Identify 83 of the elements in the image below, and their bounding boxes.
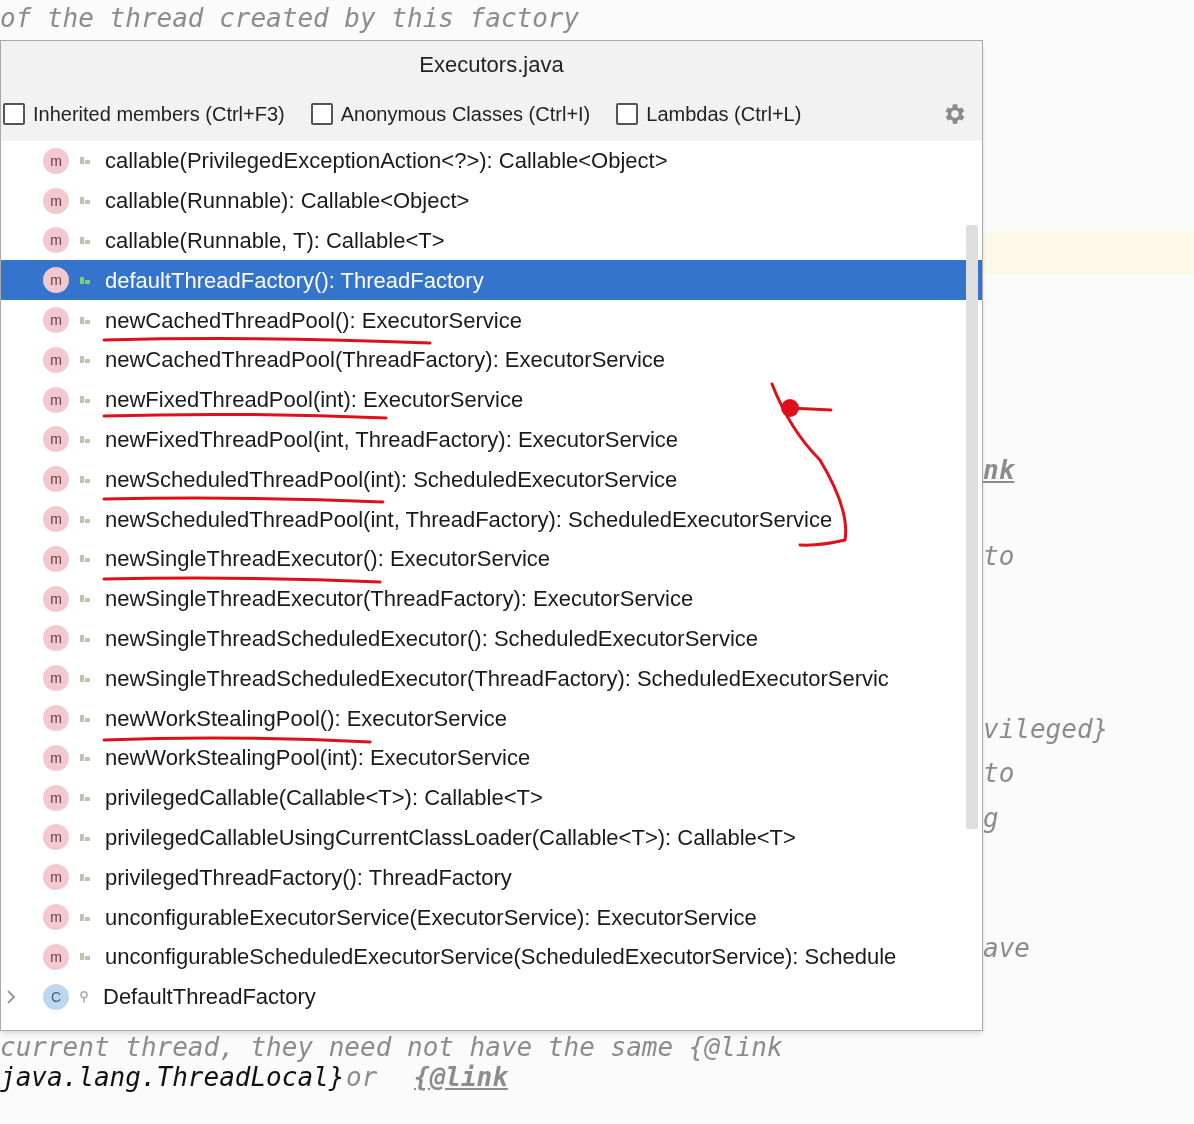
structure-item[interactable]: m newScheduledThreadPool(int): ScheduledExecutorService (1, 459, 982, 500)
method-icon: m (43, 386, 69, 413)
method-icon: m (43, 267, 69, 294)
method-icon: m (43, 864, 69, 891)
method-icon: m (43, 784, 69, 811)
structure-item[interactable]: m newScheduledThreadPool(int, ThreadFactory): ScheduledExecutorService (1, 499, 982, 539)
structure-item[interactable]: m newSingleThreadScheduledExecutor(ThreadFactory): ScheduledExecutorServic (1, 658, 982, 699)
chevron-icon[interactable] (5, 988, 17, 1005)
class-icon: C (43, 983, 69, 1010)
visibility-icon (80, 396, 90, 404)
code-text: or (346, 1061, 378, 1093)
visibility-icon (80, 555, 90, 563)
structure-item[interactable]: m callable(Runnable): Callable<Object> (1, 180, 982, 221)
structure-item[interactable]: m defaultThreadFactory(): ThreadFactory (1, 260, 982, 301)
visibility-icon (80, 913, 90, 921)
method-icon: m (43, 506, 69, 533)
method-icon: m (43, 147, 69, 174)
visibility-icon (80, 754, 90, 762)
method-icon: m (43, 346, 69, 373)
structure-item[interactable]: m unconfigurableExecutorService(ExecutorService): ExecutorService (1, 897, 982, 937)
code-text: of the thread created by this factory (0, 2, 580, 34)
structure-item[interactable]: m newFixedThreadPool(int): ExecutorService (1, 379, 982, 420)
method-icon: m (43, 824, 69, 851)
visibility-icon (80, 356, 90, 364)
method-icon: m (43, 187, 69, 214)
structure-item[interactable]: m newFixedThreadPool(int, ThreadFactory): ExecutorService (1, 419, 982, 460)
visibility-icon (80, 595, 90, 603)
method-icon: m (43, 466, 69, 493)
structure-item[interactable]: m privilegedCallableUsingCurrentClassLoader(Callable<T>): Callable<T> (1, 817, 982, 858)
filter-checkbox[interactable]: Lambdas (Ctrl+L) (616, 99, 802, 129)
visibility-icon (80, 157, 90, 165)
code-text: current thread, they need not have the same {@link (0, 1033, 783, 1061)
method-icon: m (43, 625, 69, 652)
code-text: vileged} (983, 713, 1109, 745)
structure-item[interactable]: m newWorkStealingPool(int): ExecutorService (1, 737, 982, 778)
code-text: ave (983, 932, 1030, 964)
visibility-icon (80, 276, 90, 284)
structure-item[interactable]: m privilegedCallable(Callable<T>): Callable<T> (1, 777, 982, 818)
code-text: java.lang.ThreadLocal} (0, 1062, 345, 1093)
visibility-icon (80, 237, 90, 244)
visibility-icon (80, 197, 90, 205)
visibility-icon (80, 873, 90, 881)
visibility-icon (80, 714, 90, 722)
structure-item[interactable]: m callable(Runnable, T): Callable<T> (1, 220, 982, 261)
code-text: to (983, 540, 1015, 572)
filter-checkbox[interactable]: Anonymous Classes (Ctrl+I) (310, 99, 591, 129)
structure-item[interactable]: m unconfigurableScheduledExecutorService(ScheduledExecutorService): Schedule (1, 936, 982, 977)
method-icon: m (43, 426, 69, 453)
pin-icon (80, 990, 88, 1003)
method-icon: m (43, 585, 69, 612)
method-icon: m (43, 705, 69, 732)
structure-item[interactable]: C DefaultThreadFactory (1, 976, 982, 1017)
method-icon: m (43, 307, 69, 334)
filter-checkbox[interactable]: Inherited members (Ctrl+F3) (3, 99, 285, 129)
structure-item[interactable]: m newSingleThreadExecutor(ThreadFactory): ExecutorService (1, 578, 982, 619)
code-text: g (983, 802, 999, 834)
structure-item[interactable]: m newSingleThreadScheduledExecutor(): ScheduledExecutorService (1, 618, 982, 659)
doc-link-text: nk (983, 454, 1015, 486)
visibility-icon (80, 475, 90, 483)
structure-item[interactable]: m privilegedThreadFactory(): ThreadFactory (1, 857, 982, 898)
doc-link-text: {@link (414, 1061, 508, 1093)
code-text: to (983, 757, 1015, 789)
visibility-icon (80, 794, 90, 802)
visibility-icon (80, 674, 90, 682)
structure-item[interactable]: m newCachedThreadPool(): ExecutorService (1, 300, 982, 340)
popup-title: Executors.java (419, 50, 564, 79)
structure-item[interactable]: m callable(PrivilegedExceptionAction<?>): Callable<Object> (1, 141, 982, 181)
visibility-icon (80, 316, 90, 324)
method-icon: m (43, 943, 69, 970)
structure-item[interactable]: m newSingleThreadExecutor(): ExecutorService (1, 538, 982, 579)
visibility-icon (80, 435, 90, 443)
visibility-icon (80, 953, 90, 961)
method-icon: m (43, 545, 69, 572)
structure-item[interactable]: m newCachedThreadPool(ThreadFactory): ExecutorService (1, 340, 982, 380)
visibility-icon (80, 515, 90, 523)
method-icon: m (43, 744, 69, 771)
method-icon: m (43, 904, 69, 931)
scrollbar[interactable] (966, 225, 978, 829)
visibility-icon (80, 833, 90, 841)
method-icon: m (43, 665, 69, 692)
structure-item[interactable]: m newWorkStealingPool(): ExecutorService (1, 698, 982, 738)
visibility-icon (80, 634, 90, 642)
method-icon: m (43, 227, 69, 254)
